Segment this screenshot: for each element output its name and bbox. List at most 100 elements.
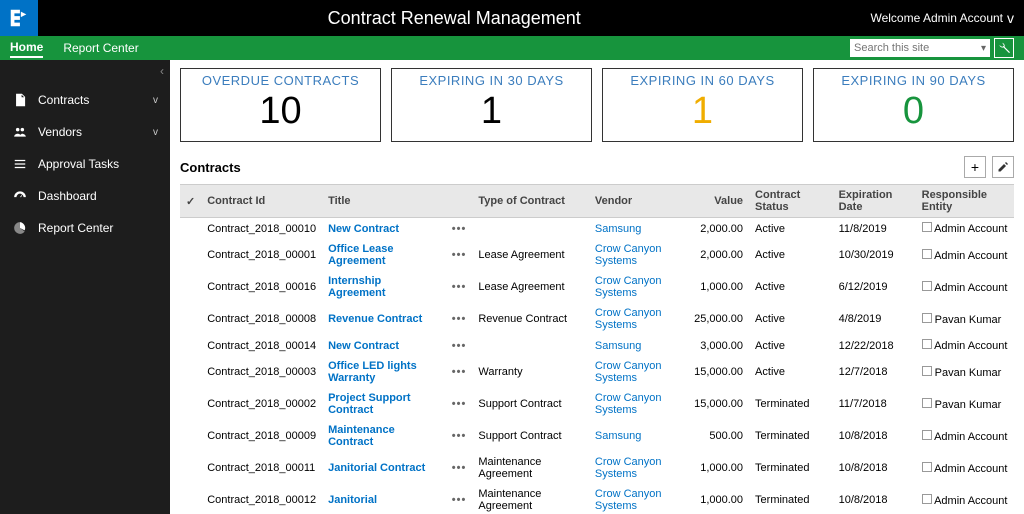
nav-list: ContractsvVendorsvApproval TasksDashboar… [0, 60, 170, 244]
checkbox-icon[interactable] [922, 430, 932, 440]
row-check[interactable] [180, 218, 201, 240]
column-header[interactable]: Type of Contract [472, 185, 589, 218]
vendor-link[interactable]: Samsung [595, 223, 641, 235]
settings-button[interactable] [994, 38, 1014, 58]
title-link[interactable]: Office Lease Agreement [328, 243, 393, 267]
title-link[interactable]: New Contract [328, 340, 399, 352]
row-check[interactable] [180, 388, 201, 420]
row-menu-icon[interactable]: ••• [452, 281, 467, 293]
sidebar-item-dashboard[interactable]: Dashboard [0, 180, 170, 212]
table-row[interactable]: Contract_2018_00016Internship Agreement•… [180, 271, 1014, 303]
sidebar-item-vendors[interactable]: Vendorsv [0, 116, 170, 148]
row-menu-icon[interactable]: ••• [452, 313, 467, 325]
vendor-link[interactable]: Samsung [595, 340, 641, 352]
search-input[interactable] [854, 42, 981, 54]
row-menu-icon[interactable]: ••• [452, 340, 467, 352]
cell-menu: ••• [446, 420, 473, 452]
row-menu-icon[interactable]: ••• [452, 398, 467, 410]
title-link[interactable]: Office LED lights Warranty [328, 360, 417, 384]
summary-card-d30[interactable]: EXPIRING IN 30 DAYS1 [391, 68, 592, 142]
vendor-link[interactable]: Crow Canyon Systems [595, 243, 662, 267]
vendor-link[interactable]: Crow Canyon Systems [595, 360, 662, 384]
column-header[interactable] [446, 185, 473, 218]
checkbox-icon[interactable] [922, 339, 932, 349]
cell-title: Office Lease Agreement [322, 239, 446, 271]
column-header[interactable]: Vendor [589, 185, 688, 218]
row-menu-icon[interactable]: ••• [452, 462, 467, 474]
title-link[interactable]: Project Support Contract [328, 392, 411, 416]
summary-card-overdue[interactable]: OVERDUE CONTRACTS10 [180, 68, 381, 142]
summary-card-d60[interactable]: EXPIRING IN 60 DAYS1 [602, 68, 803, 142]
sidebar-item-contracts[interactable]: Contractsv [0, 84, 170, 116]
add-button[interactable]: + [964, 156, 986, 178]
title-link[interactable]: New Contract [328, 223, 399, 235]
column-header[interactable]: Expiration Date [833, 185, 916, 218]
vendor-link[interactable]: Crow Canyon Systems [595, 307, 662, 331]
checkbox-icon[interactable] [922, 366, 932, 376]
table-row[interactable]: Contract_2018_00001Office Lease Agreemen… [180, 239, 1014, 271]
user-menu[interactable]: Welcome Admin Account v [870, 10, 1024, 26]
row-check[interactable] [180, 484, 201, 514]
checkbox-icon[interactable] [922, 313, 932, 323]
title-link[interactable]: Janitorial [328, 494, 377, 506]
row-menu-icon[interactable]: ••• [452, 494, 467, 506]
row-check[interactable] [180, 335, 201, 356]
section-title: Contracts [180, 160, 241, 175]
checkbox-icon[interactable] [922, 462, 932, 472]
table-row[interactable]: Contract_2018_00003Office LED lights War… [180, 356, 1014, 388]
vendor-link[interactable]: Crow Canyon Systems [595, 456, 662, 480]
edit-button[interactable] [992, 156, 1014, 178]
chevron-down-icon: v [153, 95, 158, 106]
row-check[interactable] [180, 239, 201, 271]
title-link[interactable]: Janitorial Contract [328, 462, 425, 474]
ribbon-tab-report-center[interactable]: Report Center [63, 39, 138, 57]
checkbox-icon[interactable] [922, 249, 932, 259]
ribbon-tab-home[interactable]: Home [10, 38, 43, 58]
row-menu-icon[interactable]: ••• [452, 366, 467, 378]
column-header[interactable]: Contract Id [201, 185, 322, 218]
column-header[interactable]: Value [688, 185, 749, 218]
title-link[interactable]: Revenue Contract [328, 313, 422, 325]
table-row[interactable]: Contract_2018_00008Revenue Contract•••Re… [180, 303, 1014, 335]
row-menu-icon[interactable]: ••• [452, 249, 467, 261]
row-check[interactable] [180, 420, 201, 452]
sharepoint-logo[interactable] [0, 0, 38, 36]
row-check[interactable] [180, 452, 201, 484]
table-row[interactable]: Contract_2018_00009Maintenance Contract•… [180, 420, 1014, 452]
row-menu-icon[interactable]: ••• [452, 430, 467, 442]
pie-icon [12, 220, 28, 236]
column-header[interactable]: Contract Status [749, 185, 833, 218]
search-dropdown-icon[interactable]: ▾ [981, 43, 986, 54]
row-check[interactable] [180, 356, 201, 388]
cell-contract-id: Contract_2018_00002 [201, 388, 322, 420]
sidebar-item-approval-tasks[interactable]: Approval Tasks [0, 148, 170, 180]
cell-vendor: Crow Canyon Systems [589, 271, 688, 303]
cell-status: Active [749, 335, 833, 356]
column-check[interactable]: ✓ [180, 185, 201, 218]
row-check[interactable] [180, 303, 201, 335]
summary-card-d90[interactable]: EXPIRING IN 90 DAYS0 [813, 68, 1014, 142]
table-row[interactable]: Contract_2018_00011Janitorial Contract••… [180, 452, 1014, 484]
vendor-link[interactable]: Samsung [595, 430, 641, 442]
column-header[interactable]: Title [322, 185, 446, 218]
title-link[interactable]: Maintenance Contract [328, 424, 395, 448]
table-row[interactable]: Contract_2018_00010New Contract•••Samsun… [180, 218, 1014, 240]
vendor-link[interactable]: Crow Canyon Systems [595, 392, 662, 416]
table-row[interactable]: Contract_2018_00002Project Support Contr… [180, 388, 1014, 420]
checkbox-icon[interactable] [922, 281, 932, 291]
title-link[interactable]: Internship Agreement [328, 275, 385, 299]
vendor-link[interactable]: Crow Canyon Systems [595, 275, 662, 299]
table-row[interactable]: Contract_2018_00012Janitorial•••Maintena… [180, 484, 1014, 514]
checkbox-icon[interactable] [922, 398, 932, 408]
checkbox-icon[interactable] [922, 222, 932, 232]
row-menu-icon[interactable]: ••• [452, 223, 467, 235]
checkbox-icon[interactable] [922, 494, 932, 504]
vendor-link[interactable]: Crow Canyon Systems [595, 488, 662, 512]
cell-expiration: 10/8/2018 [833, 484, 916, 514]
sidebar-collapse-icon[interactable]: ‹ [160, 64, 164, 78]
cell-expiration: 6/12/2019 [833, 271, 916, 303]
column-header[interactable]: Responsible Entity [916, 185, 1014, 218]
table-row[interactable]: Contract_2018_00014New Contract•••Samsun… [180, 335, 1014, 356]
sidebar-item-report-center[interactable]: Report Center [0, 212, 170, 244]
row-check[interactable] [180, 271, 201, 303]
